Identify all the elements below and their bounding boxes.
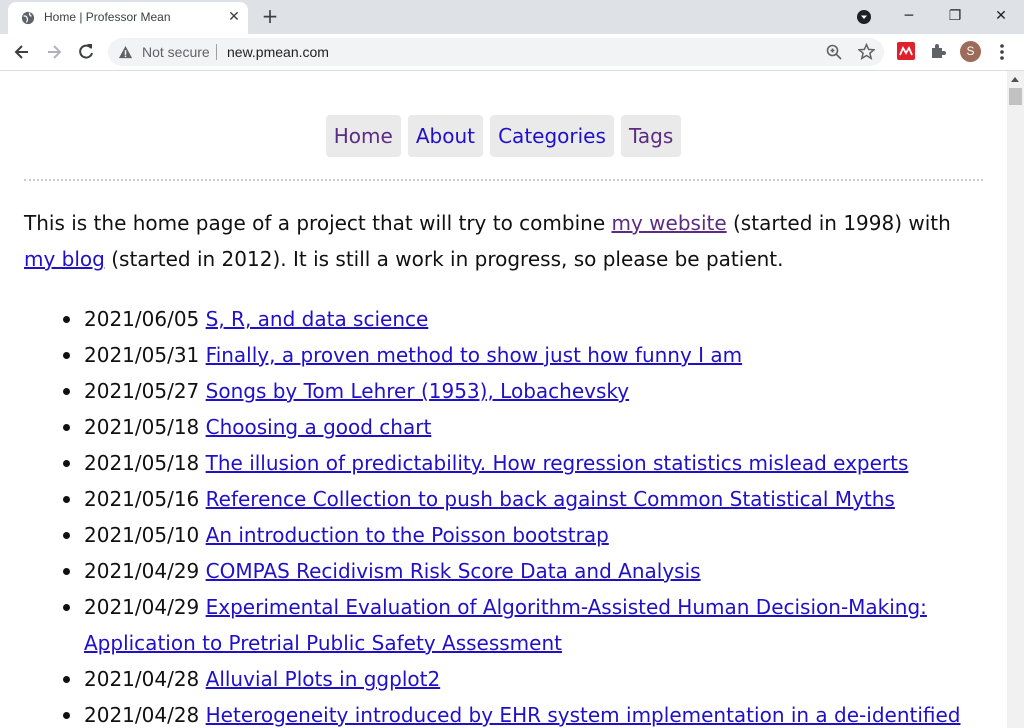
puzzle-extensions-icon[interactable]: [929, 42, 947, 60]
my-blog-link[interactable]: my blog: [24, 247, 105, 271]
post-link[interactable]: Alluvial Plots in ggplot2: [206, 667, 441, 691]
omnibox-divider: [216, 44, 217, 60]
tab-search-icon[interactable]: [856, 9, 872, 25]
post-link[interactable]: Choosing a good chart: [206, 415, 432, 439]
bullet-icon: [63, 532, 70, 539]
list-item: 2021/05/27 Songs by Tom Lehrer (1953), L…: [63, 373, 984, 409]
nav-tags-link[interactable]: Tags: [621, 115, 682, 157]
bullet-icon: [63, 568, 70, 575]
post-date: 2021/04/28: [84, 667, 200, 691]
zoom-icon[interactable]: [826, 44, 842, 60]
post-link[interactable]: Finally, a proven method to show just ho…: [206, 343, 743, 367]
url-text[interactable]: new.pmean.com: [227, 44, 329, 60]
globe-icon: [21, 11, 35, 25]
divider: [24, 179, 983, 181]
list-item: 2021/04/28 Heterogeneity introduced by E…: [63, 697, 984, 728]
bullet-icon: [63, 424, 70, 431]
bookmark-star-icon[interactable]: [858, 43, 875, 60]
bullet-icon: [63, 604, 70, 611]
list-item: 2021/04/29 Experimental Evaluation of Al…: [63, 589, 984, 661]
post-date: 2021/05/31: [84, 343, 200, 367]
post-date: 2021/05/27: [84, 379, 200, 403]
nav-about-link[interactable]: About: [407, 115, 483, 157]
my-website-link[interactable]: my website: [611, 211, 726, 235]
browser-toolbar: Not secure new.pmean.com: [0, 34, 1024, 71]
scrollbar[interactable]: [1007, 71, 1024, 728]
tab-title: Home | Professor Mean: [44, 10, 171, 24]
bullet-icon: [63, 460, 70, 467]
post-date: 2021/06/05: [84, 307, 200, 331]
back-arrow-icon[interactable]: [12, 42, 32, 62]
site-nav: Home About Categories Tags: [0, 115, 1007, 157]
restore-button[interactable]: ❐: [932, 4, 978, 28]
tab-close-icon[interactable]: ✕: [226, 9, 242, 25]
avatar[interactable]: S: [960, 41, 981, 62]
intro-text: (started in 1998) with: [726, 211, 951, 235]
nav-home-link[interactable]: Home: [325, 115, 401, 157]
scroll-up-icon[interactable]: [1011, 77, 1019, 82]
post-link[interactable]: Songs by Tom Lehrer (1953), Lobachevsky: [206, 379, 629, 403]
reload-icon[interactable]: [76, 42, 96, 62]
post-link[interactable]: An introduction to the Poisson bootstrap: [206, 523, 609, 547]
bullet-icon: [63, 388, 70, 395]
post-date: 2021/05/18: [84, 451, 200, 475]
new-tab-button[interactable]: +: [260, 6, 280, 26]
post-link[interactable]: Experimental Evaluation of Algorithm-Ass…: [84, 595, 927, 655]
list-item: 2021/06/05 S, R, and data science: [63, 301, 984, 337]
list-item: 2021/05/18 The illusion of predictabilit…: [63, 445, 984, 481]
close-window-button[interactable]: ✕: [978, 4, 1024, 28]
minimize-button[interactable]: ─: [886, 4, 932, 28]
post-date: 2021/04/29: [84, 595, 200, 619]
bullet-icon: [63, 496, 70, 503]
list-item: 2021/04/28 Alluvial Plots in ggplot2: [63, 661, 984, 697]
intro-text: This is the home page of a project that …: [24, 211, 612, 235]
list-item: 2021/05/10 An introduction to the Poisso…: [63, 517, 984, 553]
bullet-icon: [63, 352, 70, 359]
browser-tab[interactable]: Home | Professor Mean ✕: [8, 2, 248, 34]
security-status[interactable]: Not secure: [142, 44, 210, 60]
extension-icon[interactable]: [897, 42, 915, 60]
post-link[interactable]: COMPAS Recidivism Risk Score Data and An…: [206, 559, 701, 583]
post-date: 2021/05/16: [84, 487, 200, 511]
post-link[interactable]: Heterogeneity introduced by EHR system i…: [206, 703, 961, 727]
page-viewport: Home About Categories Tags This is the h…: [0, 71, 1007, 728]
post-link[interactable]: The illusion of predictability. How regr…: [206, 451, 909, 475]
forward-arrow-icon[interactable]: [44, 42, 64, 62]
list-item: 2021/05/31 Finally, a proven method to s…: [63, 337, 984, 373]
intro-paragraph: This is the home page of a project that …: [24, 205, 984, 277]
list-item: 2021/04/29 COMPAS Recidivism Risk Score …: [63, 553, 984, 589]
bullet-icon: [63, 676, 70, 683]
list-item: 2021/05/18 Choosing a good chart: [63, 409, 984, 445]
post-link[interactable]: S, R, and data science: [206, 307, 429, 331]
post-date: 2021/04/28: [84, 703, 200, 727]
list-item: 2021/05/16 Reference Collection to push …: [63, 481, 984, 517]
post-date: 2021/05/10: [84, 523, 200, 547]
intro-text: (started in 2012). It is still a work in…: [104, 247, 784, 271]
scroll-thumb[interactable]: [1009, 88, 1022, 105]
post-list: 2021/06/05 S, R, and data science 2021/05…: [63, 301, 984, 728]
warning-icon[interactable]: [118, 45, 133, 60]
tab-strip: Home | Professor Mean ✕ + ─ ❐ ✕: [0, 0, 1024, 34]
nav-categories-link[interactable]: Categories: [490, 115, 614, 157]
address-bar[interactable]: Not secure new.pmean.com: [108, 38, 884, 66]
bullet-icon: [63, 316, 70, 323]
bullet-icon: [63, 712, 70, 719]
kebab-menu-icon[interactable]: [992, 42, 1012, 62]
post-date: 2021/04/29: [84, 559, 200, 583]
post-date: 2021/05/18: [84, 415, 200, 439]
post-link[interactable]: Reference Collection to push back agains…: [206, 487, 895, 511]
